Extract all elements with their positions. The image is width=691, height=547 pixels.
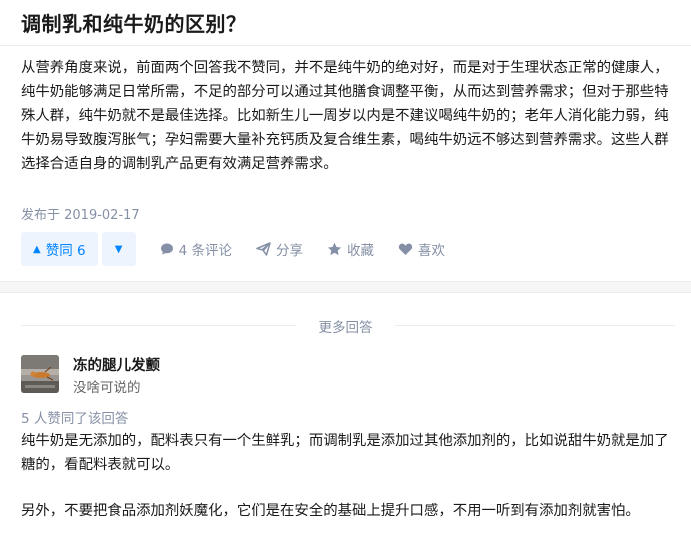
more-answers-label: 更多回答 xyxy=(318,320,373,336)
answer-card: 从营养角度来说，前面两个回答我不赞同，并不是纯牛奶的绝对好，而是对于生理状态正常… xyxy=(0,46,691,282)
avatar[interactable] xyxy=(21,355,59,393)
comments-button[interactable]: 4 条评论 xyxy=(160,239,232,259)
comment-bubble-icon xyxy=(160,243,173,255)
publish-date[interactable]: 发布于 2019-02-17 xyxy=(21,204,140,223)
author-name[interactable]: 冻的腿儿发颤 xyxy=(73,354,160,375)
share-button[interactable]: 分享 xyxy=(256,239,303,259)
like-button[interactable]: 喜欢 xyxy=(398,239,445,259)
answer-actions: ▲ 赞同 6 ▼ 4 条评论 分享 收藏 喜欢 xyxy=(21,232,445,266)
like-label: 喜欢 xyxy=(417,243,445,259)
downvote-button[interactable]: ▼ xyxy=(101,232,136,266)
share-label: 分享 xyxy=(275,243,303,259)
divider-right xyxy=(395,325,675,326)
triangle-down-icon: ▼ xyxy=(114,243,123,255)
paper-plane-icon xyxy=(256,242,271,256)
author-bio: 没啥可说的 xyxy=(73,380,141,396)
question-header: 调制乳和纯牛奶的区别？ xyxy=(0,0,691,46)
more-answers-card: 更多回答 冻的腿儿发颤 没啥可说的 5 人赞同了该回答 纯牛奶是无添加的，配料表… xyxy=(0,292,691,547)
upvote-label: 赞同 6 xyxy=(45,243,86,259)
answer-paragraph: 另外，不要把食品添加剂妖魔化，它们是在安全的基础上提升口感，不用一听到有添加剂就… xyxy=(21,503,640,519)
star-icon xyxy=(327,242,341,256)
favorite-button[interactable]: 收藏 xyxy=(327,239,374,259)
upvote-button[interactable]: ▲ 赞同 6 xyxy=(21,232,98,266)
comments-label: 4 条评论 xyxy=(178,243,232,259)
vote-count[interactable]: 5 人赞同了该回答 xyxy=(21,407,128,427)
answer-paragraph: 纯牛奶是无添加的，配料表只有一个生鲜乳；而调制乳是添加过其他添加剂的，比如说甜牛… xyxy=(21,433,669,473)
favorite-label: 收藏 xyxy=(346,243,374,259)
heart-icon xyxy=(398,243,413,255)
answer-content: 从营养角度来说，前面两个回答我不赞同，并不是纯牛奶的绝对好，而是对于生理状态正常… xyxy=(21,60,669,172)
triangle-up-icon: ▲ xyxy=(33,243,41,255)
question-title[interactable]: 调制乳和纯牛奶的区别？ xyxy=(21,8,247,37)
